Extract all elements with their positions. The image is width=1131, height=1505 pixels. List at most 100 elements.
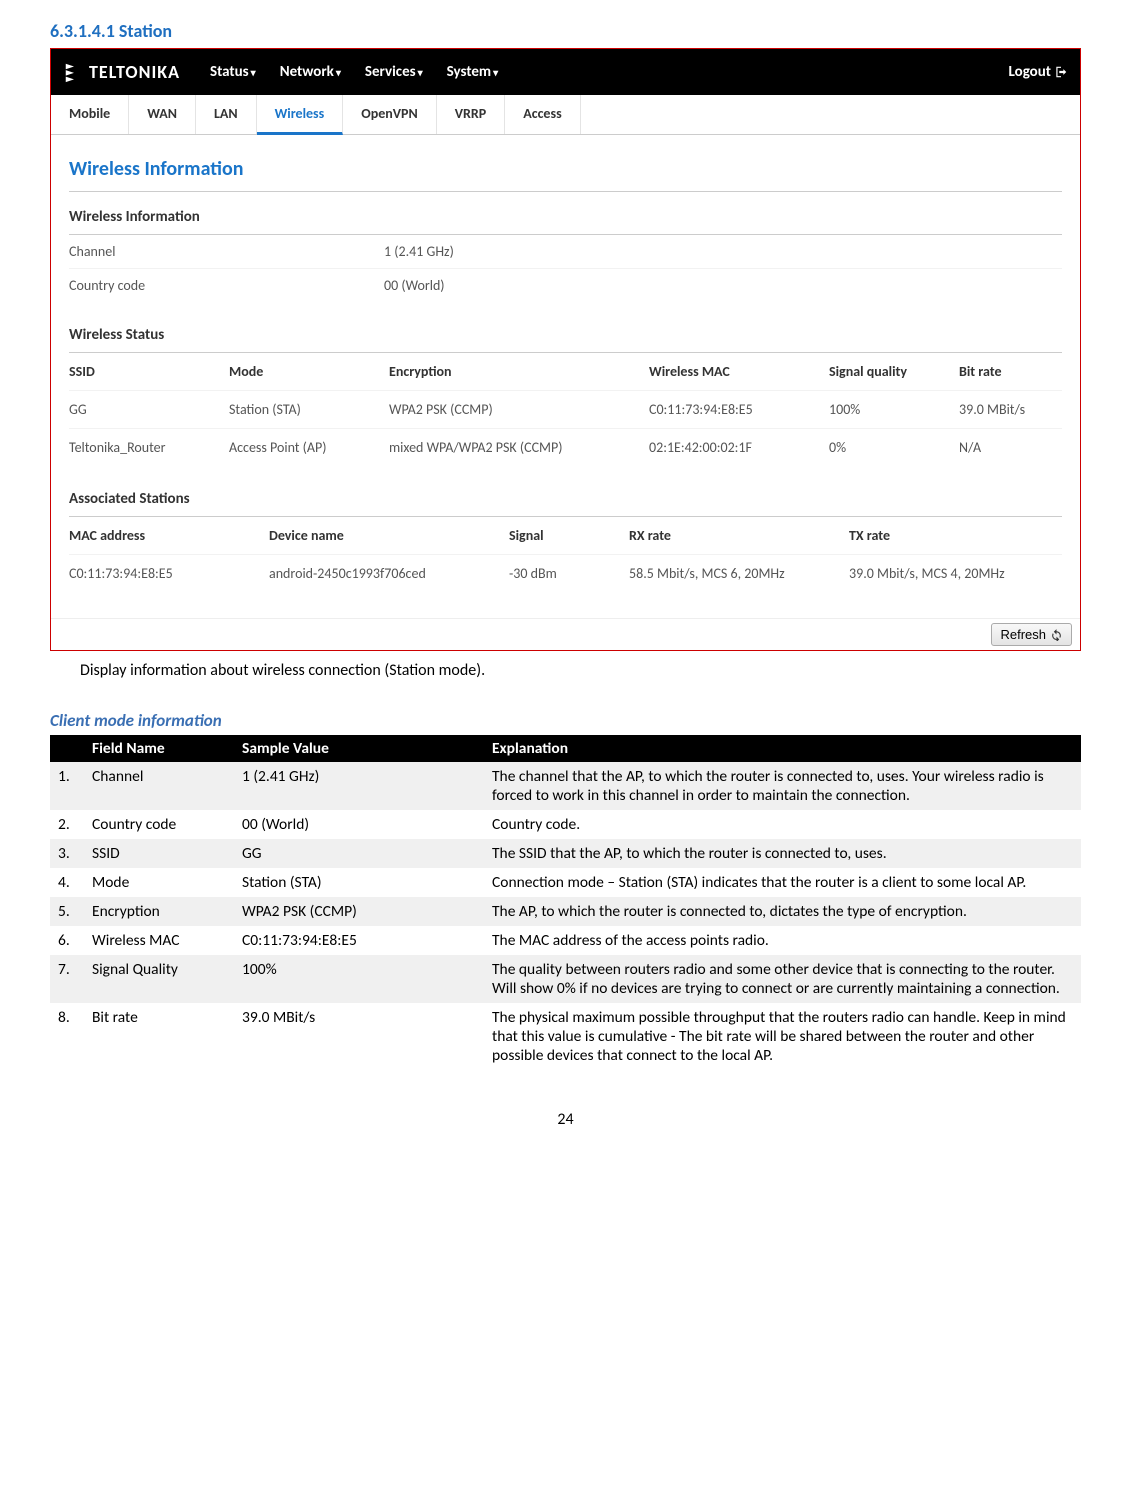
- as-data-row: C0:11:73:94:E8:E5 android-2450c1993f706c…: [69, 555, 1062, 592]
- ws-h-enc: Encryption: [389, 363, 649, 380]
- logo-icon: [63, 61, 85, 83]
- tab-mobile[interactable]: Mobile: [51, 95, 129, 134]
- associated-stations-title: Associated Stations: [69, 480, 1062, 517]
- caret-down-icon: ▾: [493, 66, 498, 79]
- menu-network[interactable]: Network▾: [280, 63, 341, 81]
- table-row: 1. Channel 1 (2.41 GHz) The channel that…: [50, 762, 1081, 810]
- client-mode-table: Field Name Sample Value Explanation 1. C…: [50, 735, 1081, 1070]
- th-explanation: Explanation: [484, 735, 1081, 762]
- table-row: 4. Mode Station (STA) Connection mode – …: [50, 868, 1081, 897]
- logout-link[interactable]: Logout: [1009, 63, 1068, 81]
- caret-down-icon: ▾: [336, 66, 341, 79]
- cell-explanation: Country code.: [484, 810, 1081, 839]
- cell-sample: 1 (2.41 GHz): [234, 762, 484, 810]
- country-value: 00 (World): [384, 277, 445, 294]
- cell-explanation: The AP, to which the router is connected…: [484, 897, 1081, 926]
- ws-sig: 0%: [829, 439, 959, 456]
- cell-field: Channel: [84, 762, 234, 810]
- as-sig: -30 dBm: [509, 565, 629, 582]
- as-rx: 58.5 Mbit/s, MCS 6, 20MHz: [629, 565, 849, 582]
- table-row: 8. Bit rate 39.0 MBit/s The physical max…: [50, 1003, 1081, 1070]
- section-heading: 6.3.1.4.1 Station: [50, 20, 1081, 42]
- tab-openvpn[interactable]: OpenVPN: [343, 95, 437, 134]
- logout-icon: [1054, 65, 1068, 79]
- table-row: 3. SSID GG The SSID that the AP, to whic…: [50, 839, 1081, 868]
- ws-mac: C0:11:73:94:E8:E5: [649, 401, 829, 418]
- tab-wan[interactable]: WAN: [129, 95, 196, 134]
- cell-num: 3.: [50, 839, 84, 868]
- brand-logo: TELTONIKA: [63, 61, 180, 83]
- main-menu: Status▾ Network▾ Services▾ System▾: [210, 63, 498, 81]
- ws-data-row: Teltonika_Router Access Point (AP) mixed…: [69, 429, 1062, 466]
- th-field: Field Name: [84, 735, 234, 762]
- cell-explanation: The SSID that the AP, to which the route…: [484, 839, 1081, 868]
- cell-sample: Station (STA): [234, 868, 484, 897]
- cell-field: Wireless MAC: [84, 926, 234, 955]
- as-h-rx: RX rate: [629, 527, 849, 544]
- wireless-info-section: Wireless Information Channel 1 (2.41 GHz…: [69, 198, 1062, 302]
- tab-vrrp[interactable]: VRRP: [437, 95, 506, 134]
- client-mode-heading: Client mode information: [50, 710, 1081, 731]
- cell-field: SSID: [84, 839, 234, 868]
- as-h-sig: Signal: [509, 527, 629, 544]
- ws-header-row: SSID Mode Encryption Wireless MAC Signal…: [69, 353, 1062, 391]
- ws-enc: WPA2 PSK (CCMP): [389, 401, 649, 418]
- caret-down-icon: ▾: [251, 66, 256, 79]
- ws-h-mac: Wireless MAC: [649, 363, 829, 380]
- ws-sig: 100%: [829, 401, 959, 418]
- cell-explanation: The quality between routers radio and so…: [484, 955, 1081, 1003]
- tab-lan[interactable]: LAN: [196, 95, 257, 134]
- cell-sample: C0:11:73:94:E8:E5: [234, 926, 484, 955]
- table-row: 7. Signal Quality 100% The quality betwe…: [50, 955, 1081, 1003]
- tab-access[interactable]: Access: [505, 95, 580, 134]
- cell-num: 7.: [50, 955, 84, 1003]
- topbar: TELTONIKA Status▾ Network▾ Services▾ Sys…: [51, 49, 1080, 95]
- cell-num: 2.: [50, 810, 84, 839]
- as-mac: C0:11:73:94:E8:E5: [69, 565, 269, 582]
- cell-num: 4.: [50, 868, 84, 897]
- cell-num: 1.: [50, 762, 84, 810]
- ws-ssid: Teltonika_Router: [69, 439, 229, 456]
- page-number: 24: [50, 1110, 1081, 1129]
- brand-text: TELTONIKA: [89, 61, 180, 83]
- table-row: 6. Wireless MAC C0:11:73:94:E8:E5 The MA…: [50, 926, 1081, 955]
- cell-sample: 100%: [234, 955, 484, 1003]
- cell-explanation: The physical maximum possible throughput…: [484, 1003, 1081, 1070]
- ws-ssid: GG: [69, 401, 229, 418]
- cell-explanation: The MAC address of the access points rad…: [484, 926, 1081, 955]
- as-tx: 39.0 Mbit/s, MCS 4, 20MHz: [849, 565, 1049, 582]
- ws-h-bit: Bit rate: [959, 363, 1059, 380]
- cell-explanation: Connection mode – Station (STA) indicate…: [484, 868, 1081, 897]
- cell-num: 5.: [50, 897, 84, 926]
- cell-sample: GG: [234, 839, 484, 868]
- caret-down-icon: ▾: [418, 66, 423, 79]
- caption: Display information about wireless conne…: [80, 661, 1081, 680]
- ws-mac: 02:1E:42:00:02:1F: [649, 439, 829, 456]
- channel-value: 1 (2.41 GHz): [384, 243, 454, 260]
- menu-services[interactable]: Services▾: [365, 63, 423, 81]
- as-h-tx: TX rate: [849, 527, 1049, 544]
- table-row: 2. Country code 00 (World) Country code.: [50, 810, 1081, 839]
- channel-label: Channel: [69, 243, 384, 260]
- ws-bit: 39.0 MBit/s: [959, 401, 1059, 418]
- menu-status[interactable]: Status▾: [210, 63, 256, 81]
- refresh-button[interactable]: Refresh: [991, 623, 1072, 646]
- ws-mode: Station (STA): [229, 401, 389, 418]
- cell-field: Mode: [84, 868, 234, 897]
- th-num: [50, 735, 84, 762]
- refresh-label: Refresh: [1000, 627, 1046, 642]
- associated-stations-table: MAC address Device name Signal RX rate T…: [69, 517, 1062, 592]
- tab-wireless[interactable]: Wireless: [257, 95, 344, 135]
- ws-h-sig: Signal quality: [829, 363, 959, 380]
- cell-num: 8.: [50, 1003, 84, 1070]
- router-screenshot: TELTONIKA Status▾ Network▾ Services▾ Sys…: [50, 48, 1081, 651]
- menu-system[interactable]: System▾: [447, 63, 499, 81]
- ws-enc: mixed WPA/WPA2 PSK (CCMP): [389, 439, 649, 456]
- refresh-icon: [1050, 628, 1063, 641]
- wireless-status-section: Wireless Status SSID Mode Encryption Wir…: [69, 316, 1062, 466]
- th-sample: Sample Value: [234, 735, 484, 762]
- cell-explanation: The channel that the AP, to which the ro…: [484, 762, 1081, 810]
- ws-h-ssid: SSID: [69, 363, 229, 380]
- table-row: 5. Encryption WPA2 PSK (CCMP) The AP, to…: [50, 897, 1081, 926]
- cell-sample: WPA2 PSK (CCMP): [234, 897, 484, 926]
